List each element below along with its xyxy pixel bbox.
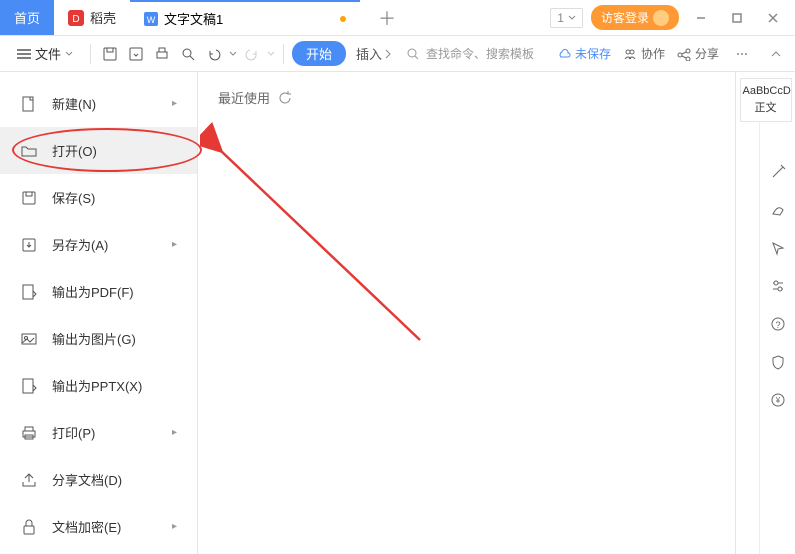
menu-item-label: 分享文档(D) [52, 470, 122, 489]
unsaved-indicator[interactable]: 未保存 [557, 45, 611, 62]
tool-settings-icon[interactable] [768, 276, 788, 296]
right-panel: AaBbCcD 正文 ? ¥ [735, 72, 795, 554]
tab-document-label: 文字文稿1 [164, 9, 223, 28]
menu-item-label: 输出为PDF(F) [52, 282, 134, 301]
ribbon-tab-insert[interactable]: 插入 [350, 41, 398, 66]
print-icon [20, 424, 38, 442]
recent-label: 最近使用 [218, 88, 270, 107]
chevron-down-icon[interactable] [267, 50, 275, 58]
menu-save[interactable]: 保存(S) [0, 174, 197, 221]
tab-daoke-label: 稻壳 [90, 8, 116, 27]
daoke-icon: D [68, 10, 84, 26]
file-menu: 新建(N) ▸ 打开(O) 保存(S) 另存为(A) ▸ 输出为PDF(F) 输… [0, 72, 198, 554]
sidebar-tools: ? ¥ [759, 122, 795, 554]
cloud-icon [557, 47, 571, 61]
menu-new[interactable]: 新建(N) ▸ [0, 80, 197, 127]
share-button[interactable]: 分享 [677, 45, 719, 62]
redo-button[interactable] [241, 43, 263, 65]
menu-item-label: 新建(N) [52, 94, 96, 113]
save-icon [20, 189, 38, 207]
image-icon [20, 330, 38, 348]
content-area: 最近使用 [198, 72, 735, 554]
tool-protect-icon[interactable] [768, 352, 788, 372]
chevron-right-icon: ▸ [172, 521, 177, 532]
menu-open[interactable]: 打开(O) [0, 127, 197, 174]
tool-select-icon[interactable] [768, 238, 788, 258]
chevron-right-icon: ▸ [172, 98, 177, 109]
print-icon[interactable] [151, 43, 173, 65]
share-icon [677, 47, 691, 61]
hamburger-icon [17, 49, 31, 59]
saveas-icon[interactable] [125, 43, 147, 65]
avatar-icon [653, 10, 669, 26]
folder-open-icon [20, 142, 38, 160]
menu-export-pdf[interactable]: 输出为PDF(F) [0, 268, 197, 315]
tab-home[interactable]: 首页 [0, 0, 54, 35]
more-icon[interactable] [731, 43, 753, 65]
tool-rmb-icon[interactable]: ¥ [768, 390, 788, 410]
tool-help-icon[interactable]: ? [768, 314, 788, 334]
ribbon-tab-start[interactable]: 开始 [292, 41, 346, 66]
chevron-down-icon [65, 50, 73, 58]
new-file-icon [20, 95, 38, 113]
page-indicator[interactable]: 1 [550, 8, 583, 28]
share-icon [20, 471, 38, 489]
menu-item-label: 文档加密(E) [52, 517, 121, 536]
chevron-right-icon: ▸ [172, 239, 177, 250]
menu-item-label: 输出为PPTX(X) [52, 376, 142, 395]
preview-icon[interactable] [177, 43, 199, 65]
dropdown-icon [568, 14, 576, 22]
style-sample: AaBbCcD [743, 85, 789, 97]
close-button[interactable] [759, 4, 787, 32]
refresh-icon[interactable] [278, 91, 292, 105]
maximize-button[interactable] [723, 4, 751, 32]
login-button[interactable]: 访客登录 [591, 5, 679, 30]
search-box[interactable]: 查找命令、搜索模板 [406, 45, 534, 62]
menu-item-label: 另存为(A) [52, 235, 108, 254]
menu-share-doc[interactable]: 分享文档(D) [0, 456, 197, 503]
saveas-icon [20, 236, 38, 254]
separator [90, 44, 91, 64]
tab-document[interactable]: W 文字文稿1 [130, 0, 360, 35]
menu-item-label: 打印(P) [52, 423, 95, 442]
lock-icon [20, 518, 38, 536]
chevron-right-icon [384, 49, 392, 59]
pdf-icon [20, 283, 38, 301]
menu-encrypt[interactable]: 文档加密(E) ▸ [0, 503, 197, 550]
unsaved-dot-icon [340, 16, 346, 22]
style-name: 正文 [743, 99, 789, 115]
menu-export-pptx[interactable]: 输出为PPTX(X) [0, 362, 197, 409]
word-icon: W [144, 12, 158, 26]
pptx-icon [20, 377, 38, 395]
collapse-ribbon-icon[interactable] [765, 43, 787, 65]
svg-text:?: ? [775, 320, 780, 330]
svg-text:D: D [72, 14, 79, 25]
search-icon [406, 47, 420, 61]
menu-item-label: 打开(O) [52, 141, 97, 160]
svg-text:¥: ¥ [774, 396, 780, 405]
chevron-right-icon: ▸ [172, 427, 177, 438]
svg-text:W: W [147, 15, 156, 25]
collab-button[interactable]: 协作 [623, 45, 665, 62]
people-icon [623, 47, 637, 61]
undo-button[interactable] [203, 43, 225, 65]
tool-paint-icon[interactable] [768, 200, 788, 220]
menu-export-image[interactable]: 输出为图片(G) [0, 315, 197, 362]
save-icon[interactable] [99, 43, 121, 65]
menu-saveas[interactable]: 另存为(A) ▸ [0, 221, 197, 268]
tab-daoke[interactable]: D 稻壳 [54, 0, 130, 35]
tool-format-icon[interactable] [768, 162, 788, 182]
style-preview[interactable]: AaBbCcD 正文 [740, 78, 792, 122]
menu-item-label: 输出为图片(G) [52, 329, 136, 348]
menu-print[interactable]: 打印(P) ▸ [0, 409, 197, 456]
tab-add[interactable]: ＋ [360, 0, 414, 35]
chevron-down-icon[interactable] [229, 50, 237, 58]
file-menu-button[interactable]: 文件 [8, 39, 82, 68]
separator [283, 44, 284, 64]
minimize-button[interactable] [687, 4, 715, 32]
menu-item-label: 保存(S) [52, 188, 95, 207]
